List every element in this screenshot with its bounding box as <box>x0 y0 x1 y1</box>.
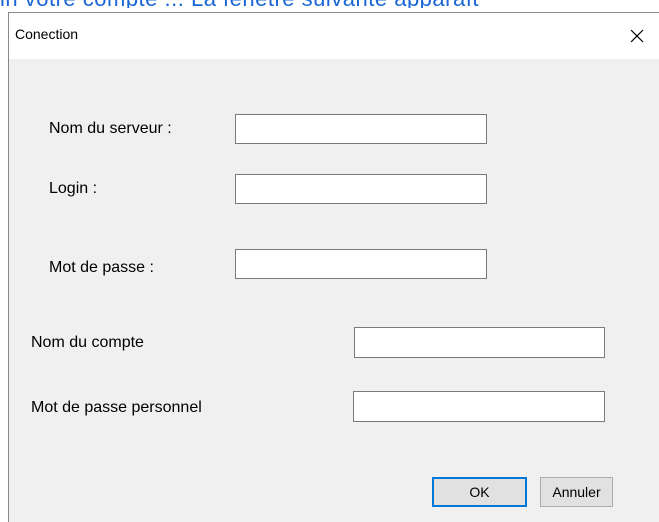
close-button[interactable] <box>614 13 659 59</box>
account-name-input[interactable] <box>354 327 605 358</box>
dialog-body: Nom du serveur : Login : Mot de passe : … <box>9 59 659 522</box>
window-title: Conection <box>15 26 79 42</box>
cancel-button[interactable]: Annuler <box>540 477 613 507</box>
background-caption: in votre compte ... La fenêtre suivante … <box>0 0 659 8</box>
personal-password-input[interactable] <box>353 391 605 422</box>
password-label: Mot de passe : <box>49 259 154 276</box>
screen: in votre compte ... La fenêtre suivante … <box>0 0 659 522</box>
personal-password-label: Mot de passe personnel <box>31 399 202 416</box>
close-icon <box>630 29 644 43</box>
server-name-input[interactable] <box>235 114 487 144</box>
login-input[interactable] <box>235 174 487 204</box>
connection-dialog: Conection Nom du serveur : Login : Mot d… <box>8 12 659 522</box>
title-bar[interactable]: Conection <box>9 13 659 59</box>
login-label: Login : <box>49 180 98 197</box>
ok-button[interactable]: OK <box>432 477 527 507</box>
server-name-label: Nom du serveur : <box>49 120 172 137</box>
password-input[interactable] <box>235 249 487 279</box>
account-name-label: Nom du compte <box>31 334 144 351</box>
